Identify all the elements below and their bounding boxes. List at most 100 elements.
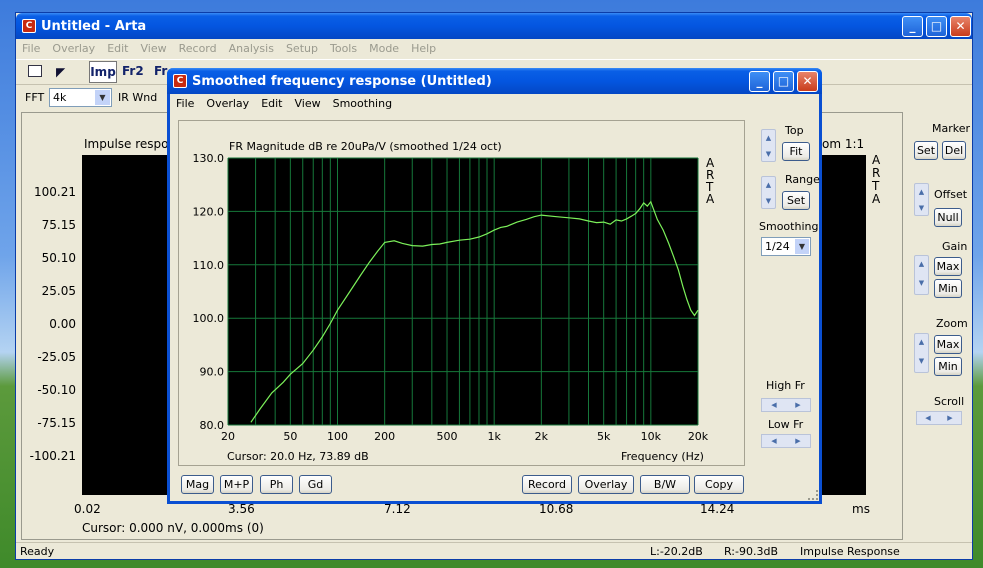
menu-record[interactable]: Record [173,42,223,55]
status-left-level: L:-20.2dB [650,545,703,558]
mp-button[interactable]: M+P [220,475,253,494]
down-arrow-icon[interactable]: ▼ [915,200,928,216]
offset-spinner[interactable]: ▲ ▼ [914,183,929,216]
gain-spinner[interactable]: ▲ ▼ [914,255,929,295]
fr-chart[interactable]: 130.0120.0110.0100.090.080.020 50 100 200 50… [179,121,746,467]
up-arrow-icon[interactable]: ▲ [762,177,775,193]
gain-min-button[interactable]: Min [934,279,962,298]
right-arrow-icon[interactable]: ▶ [795,437,800,445]
fit-button[interactable]: Fit [782,142,810,161]
right-arrow-icon[interactable]: ▶ [795,401,800,409]
scroll-control[interactable]: ◀ ▶ [916,411,962,425]
up-arrow-icon[interactable]: ▲ [762,130,775,146]
left-arrow-icon[interactable]: ◀ [925,414,930,422]
down-arrow-icon[interactable]: ▼ [915,275,928,294]
dialog-menu-smoothing[interactable]: Smoothing [327,97,398,110]
top-spinner[interactable]: ▲ ▼ [761,129,776,162]
chevron-down-icon[interactable]: ▼ [95,90,110,105]
dialog-close-button[interactable]: ✕ [797,71,818,92]
x-unit-label: ms [852,502,870,516]
main-title: Untitled - Arta [41,18,147,34]
right-arrow-icon[interactable]: ▶ [947,414,952,422]
menu-analysis[interactable]: Analysis [223,42,280,55]
main-arta-letter: R [872,166,881,180]
mag-button[interactable]: Mag [181,475,214,494]
range-spinner[interactable]: ▲ ▼ [761,176,776,209]
zoom-max-button[interactable]: Max [934,335,962,354]
marker-del-button[interactable]: Del [942,141,966,160]
arta-app-icon: C [22,19,36,33]
gd-button[interactable]: Gd [299,475,332,494]
zoom-spinner[interactable]: ▲ ▼ [914,333,929,373]
x-tick-label: 2k [535,430,549,443]
offset-null-button[interactable]: Null [934,208,962,227]
dialog-titlebar[interactable]: C Smoothed frequency response (Untitled) [167,68,822,94]
open-icon[interactable] [28,65,42,77]
down-arrow-icon[interactable]: ▼ [915,353,928,372]
dialog-menu-file[interactable]: File [170,97,200,110]
menu-tools[interactable]: Tools [324,42,363,55]
left-arrow-icon[interactable]: ◀ [771,401,776,409]
menu-setup[interactable]: Setup [280,42,324,55]
maximize-button[interactable]: □ [926,16,947,37]
y-tick-label: 110.0 [193,259,225,272]
up-arrow-icon[interactable]: ▲ [915,256,928,275]
down-arrow-icon[interactable]: ▼ [762,146,775,162]
bw-button[interactable]: B/W [640,475,690,494]
fr2-button[interactable]: Fr2 [122,64,144,78]
menu-mode[interactable]: Mode [363,42,405,55]
fr-button[interactable]: Fr [154,64,167,78]
low-fr-control[interactable]: ◀ ▶ [761,434,811,448]
range-set-button[interactable]: Set [782,191,810,210]
range-label: Range [785,173,820,186]
left-arrow-icon[interactable]: ◀ [771,437,776,445]
impulse-y-tick: -25.05 [37,350,76,364]
impulse-y-tick: 50.10 [41,251,76,265]
menu-view[interactable]: View [135,42,173,55]
minimize-button[interactable]: _ [902,16,923,37]
zoom-label: om 1:1 [822,137,865,151]
pointer-icon[interactable]: ◤ [56,65,65,79]
high-fr-control[interactable]: ◀ ▶ [761,398,811,412]
x-tick-label: 500 [437,430,458,443]
frequency-response-dialog: C Smoothed frequency response (Untitled)… [167,68,822,504]
smoothing-select[interactable]: 1/24 ▼ [761,237,811,256]
main-arta-letter: A [872,192,881,206]
dialog-minimize-button[interactable]: _ [749,71,770,92]
menu-help[interactable]: Help [405,42,442,55]
dialog-menu-edit[interactable]: Edit [255,97,288,110]
fft-select[interactable]: 4k ▼ [49,88,112,107]
main-menubar: File Overlay Edit View Record Analysis Setup To… [16,39,972,58]
overlay-button[interactable]: Overlay [578,475,634,494]
ph-button[interactable]: Ph [260,475,293,494]
menu-file[interactable]: File [16,42,46,55]
dialog-menu-view[interactable]: View [289,97,327,110]
zoom-min-button[interactable]: Min [934,357,962,376]
impulse-plot-title: Impulse respo [84,137,169,151]
close-button[interactable]: ✕ [950,16,971,37]
main-arta-letter: T [872,179,880,193]
plot-background [228,158,698,425]
up-arrow-icon[interactable]: ▲ [915,334,928,353]
arta-legend-letter: A [706,192,715,206]
copy-button[interactable]: Copy [694,475,744,494]
x-tick-label: 200 [374,430,395,443]
menu-overlay[interactable]: Overlay [46,42,101,55]
gain-max-button[interactable]: Max [934,257,962,276]
menu-edit[interactable]: Edit [101,42,134,55]
resize-grip-icon[interactable] [808,490,818,500]
marker-label: Marker [932,122,971,135]
chevron-down-icon[interactable]: ▼ [795,239,809,254]
main-titlebar[interactable]: C Untitled - Arta [16,13,972,39]
y-tick-label: 130.0 [193,152,225,165]
up-arrow-icon[interactable]: ▲ [915,184,928,200]
dialog-maximize-button[interactable]: □ [773,71,794,92]
y-tick-label: 120.0 [193,205,225,218]
down-arrow-icon[interactable]: ▼ [762,193,775,209]
marker-set-button[interactable]: Set [914,141,938,160]
dialog-menu-overlay[interactable]: Overlay [200,97,255,110]
right-control-panel: Marker Set Del ▲ ▼ Offset Null Gain ▲ ▼ Ma… [908,112,970,540]
imp-button[interactable]: Imp [89,61,117,83]
record-button[interactable]: Record [522,475,572,494]
impulse-y-tick: 75.15 [41,218,76,232]
